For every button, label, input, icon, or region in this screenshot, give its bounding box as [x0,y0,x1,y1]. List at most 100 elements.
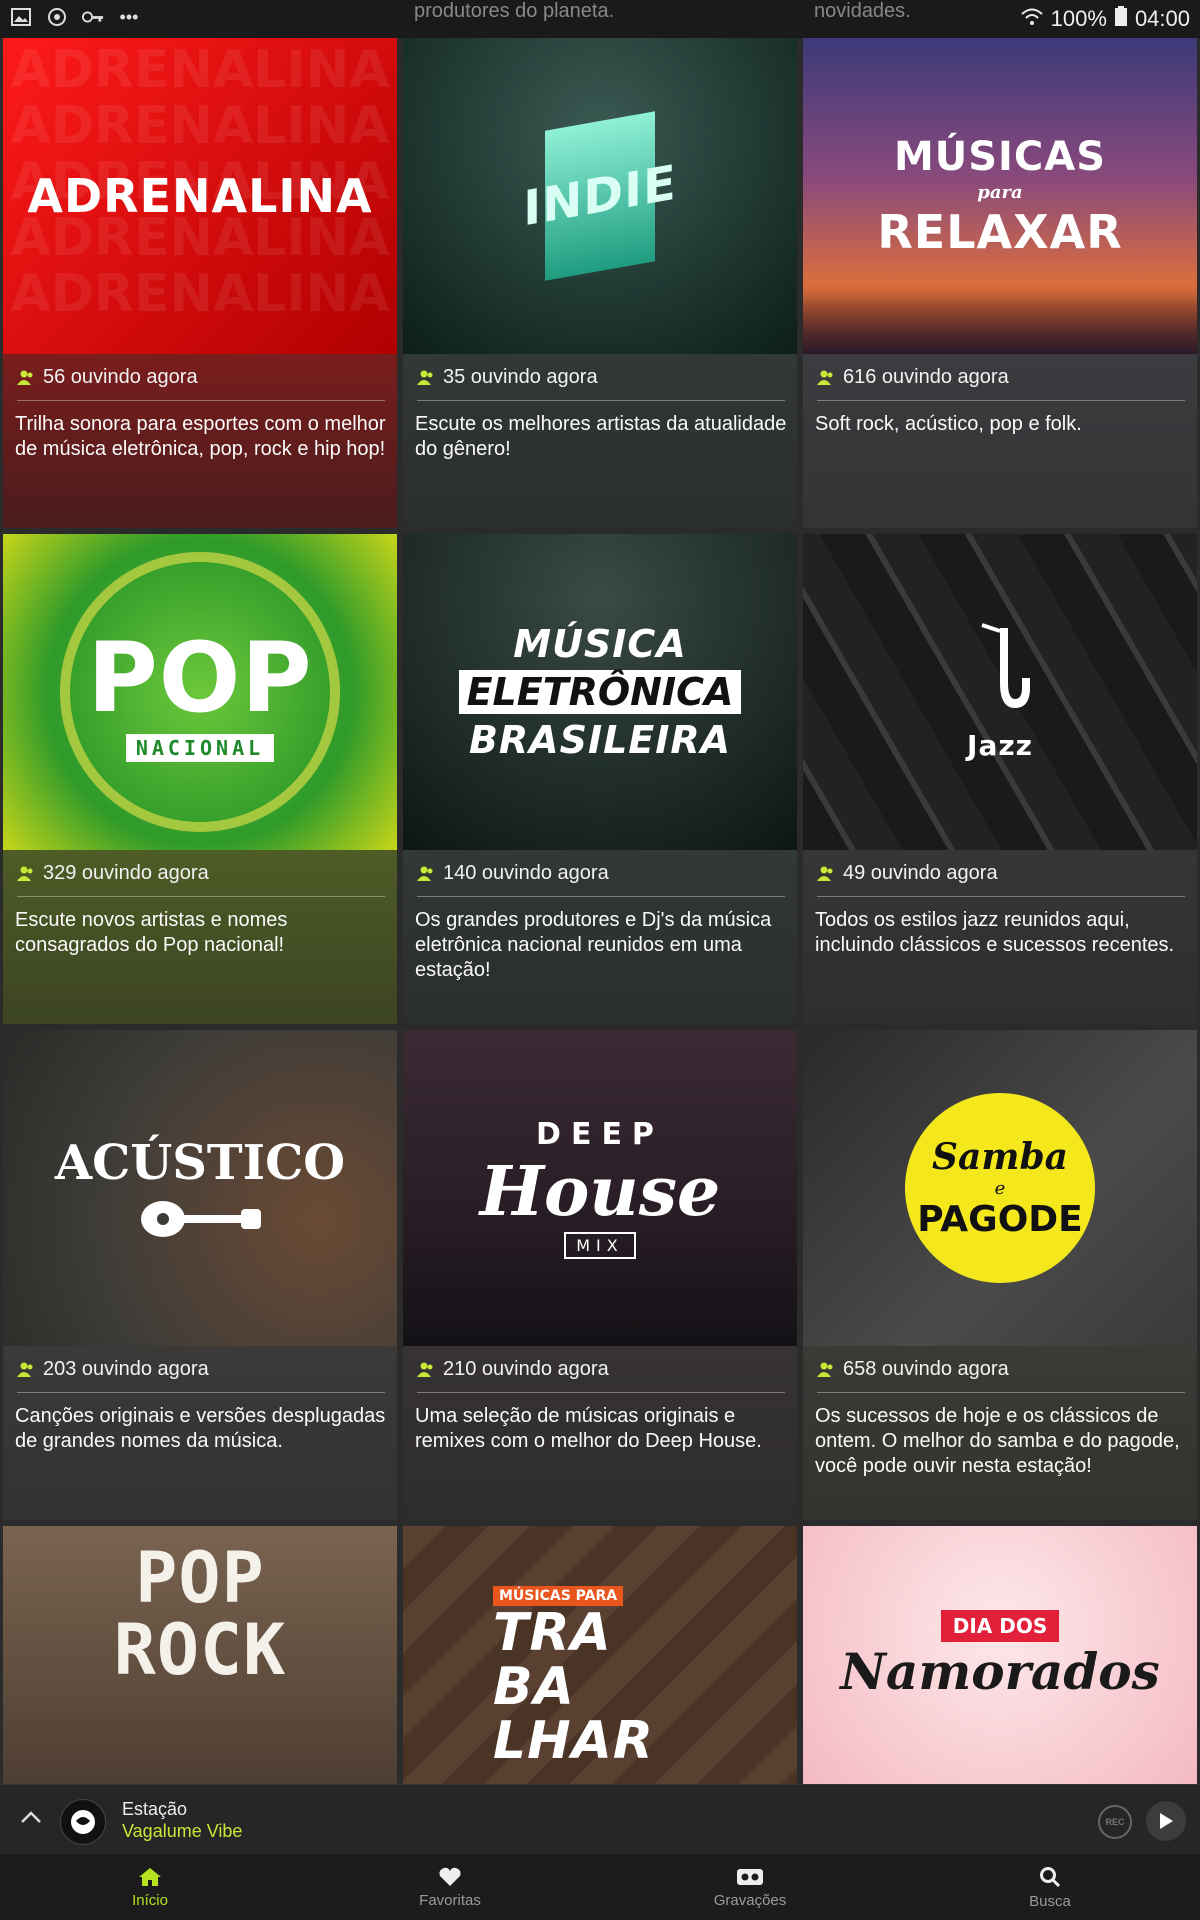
bottom-navigation: Início Favoritas Gravações Busca [0,1854,1200,1920]
station-card-dia-dos-namorados[interactable]: DIA DOS Namorados [803,1526,1197,1784]
listener-count: 658 ouvindo agora [817,1358,1009,1381]
search-icon [1040,1866,1061,1887]
station-cover-title: Samba [932,1136,1068,1178]
player-station-name: Vagalume Vibe [122,1821,243,1841]
listener-count-text: 140 ouvindo agora [443,862,609,884]
listeners-icon [17,866,33,881]
divider [17,896,385,897]
station-info: 140 ouvindo agora Os grandes produtores … [403,850,797,1024]
station-card-deep-house[interactable]: DEEP House MIX 210 ouvindo agora Uma sel… [403,1030,797,1520]
divider [417,896,785,897]
recordings-icon [737,1868,763,1885]
station-cover-subtitle: e [994,1178,1006,1199]
station-description: Soft rock, acústico, pop e folk. [815,413,1082,435]
station-card-pop-nacional[interactable]: POP NACIONAL 329 ouvindo agora Escute no… [3,534,397,1024]
station-avatar [60,1799,106,1845]
station-cover: Samba e PAGODE [803,1030,1197,1346]
nav-tab-inicio[interactable]: Início [0,1854,300,1920]
listeners-icon [417,866,433,881]
divider [17,1392,385,1393]
nav-label: Gravações [713,1891,787,1909]
listeners-icon [817,1362,833,1377]
station-card-samba-pagode[interactable]: Samba e PAGODE 658 ouvindo agora Os suce… [803,1030,1197,1520]
station-card-trabalhar[interactable]: MÚSICAS PARA TRA BA LHAR [403,1526,797,1784]
station-cover-title-2: House [479,1152,721,1232]
station-info: 49 ouvindo agora Todos os estilos jazz r… [803,850,1197,1024]
clock: 04:00 [1134,6,1190,31]
station-cover: DIA DOS Namorados [803,1526,1197,1784]
mini-player[interactable]: Estação Vagalume Vibe REC [0,1784,1200,1855]
listener-count: 203 ouvindo agora [17,1358,209,1381]
chevron-up-icon[interactable] [18,1805,44,1836]
station-card-acustico[interactable]: ACÚSTICO 203 ouvindo agora Canções origi… [3,1030,397,1520]
station-cover-subtitle: MIX [564,1232,636,1259]
station-cover-title: Jazz [967,728,1033,762]
listeners-icon [417,370,433,385]
station-cover-title-2: PAGODE [917,1199,1083,1240]
heart-icon [439,1867,461,1886]
nav-label: Início [132,1891,168,1909]
station-description: Canções originais e versões desplugadas … [15,1405,386,1452]
key-icon [82,6,104,28]
nav-tab-busca[interactable]: Busca [900,1854,1200,1920]
station-cover: DEEP House MIX [403,1030,797,1346]
station-cover-title-2: TRA [493,1603,612,1663]
nav-tab-favoritas[interactable]: Favoritas [300,1854,600,1920]
station-cover-title-2: Namorados [840,1641,1160,1701]
ukulele-icon [141,1201,261,1237]
listener-count: 616 ouvindo agora [817,366,1009,389]
station-cover-title-2: RELAXAR [877,204,1123,259]
station-card-jazz[interactable]: Jazz 49 ouvindo agora Todos os estilos j… [803,534,1197,1024]
listeners-icon [817,370,833,385]
play-button[interactable] [1146,1801,1186,1841]
station-info: 658 ouvindo agora Os sucessos de hoje e … [803,1346,1197,1520]
station-card-relaxar[interactable]: MÚSICAS para RELAXAR 616 ouvindo agora S… [803,38,1197,528]
station-cover: Jazz [803,534,1197,850]
station-description: Os grandes produtores e Dj's da música e… [415,909,772,981]
station-card-indie[interactable]: INDIE 35 ouvindo agora Escute os melhore… [403,38,797,528]
listener-count: 56 ouvindo agora [17,366,198,389]
nav-label: Favoritas [419,1891,481,1909]
nav-tab-gravacoes[interactable]: Gravações [600,1854,900,1920]
listener-count-text: 49 ouvindo agora [843,862,998,884]
battery-icon [1114,6,1127,32]
home-icon [139,1867,161,1886]
peek-text-right: novidades. [814,0,911,22]
station-card-adrenalina[interactable]: ADRENALINA ADRENALINA ADRENALINA ADRENALINA… [3,38,397,528]
listeners-icon [17,1362,33,1377]
listener-count: 140 ouvindo agora [417,862,609,885]
divider [417,400,785,401]
battery-level: 100% [1050,6,1107,31]
station-description: Uma seleção de músicas originais e remix… [415,1405,762,1452]
status-bar: ••• produtores do planeta. novidades. 10… [0,0,1200,38]
station-description: Escute novos artistas e nomes consagrado… [15,909,288,956]
gallery-icon [10,6,32,28]
station-info: 35 ouvindo agora Escute os melhores arti… [403,354,797,528]
station-description: Os sucessos de hoje e os clássicos de on… [815,1405,1180,1477]
listener-count-text: 616 ouvindo agora [843,366,1009,388]
station-cover: INDIE [403,38,797,354]
divider [817,400,1185,401]
station-info: 329 ouvindo agora Escute novos artistas … [3,850,397,1024]
station-info: 210 ouvindo agora Uma seleção de músicas… [403,1346,797,1520]
station-card-pop-rock[interactable]: POP ROCK [3,1526,397,1784]
station-cover-subtitle: para [977,181,1023,203]
listener-count-text: 35 ouvindo agora [443,366,598,388]
listener-count-text: 658 ouvindo agora [843,1358,1009,1380]
station-cover-title-2: ELETRÔNICA [458,670,742,714]
station-info: 203 ouvindo agora Canções originais e ve… [3,1346,397,1520]
listener-count: 210 ouvindo agora [417,1358,609,1381]
station-cover-title: POP [87,622,313,734]
listener-count: 35 ouvindo agora [417,366,598,389]
listener-count: 329 ouvindo agora [17,862,209,885]
listener-count-text: 329 ouvindo agora [43,862,209,884]
record-button[interactable]: REC [1098,1805,1132,1839]
divider [817,1392,1185,1393]
player-label: Estação [122,1799,188,1819]
wifi-icon [1020,6,1043,32]
play-icon [1160,1813,1173,1829]
station-cover: ACÚSTICO [3,1030,397,1346]
listeners-icon [817,866,833,881]
station-card-eletronica-brasileira[interactable]: MÚSICA ELETRÔNICA BRASILEIRA 140 ouvindo… [403,534,797,1024]
divider [17,400,385,401]
